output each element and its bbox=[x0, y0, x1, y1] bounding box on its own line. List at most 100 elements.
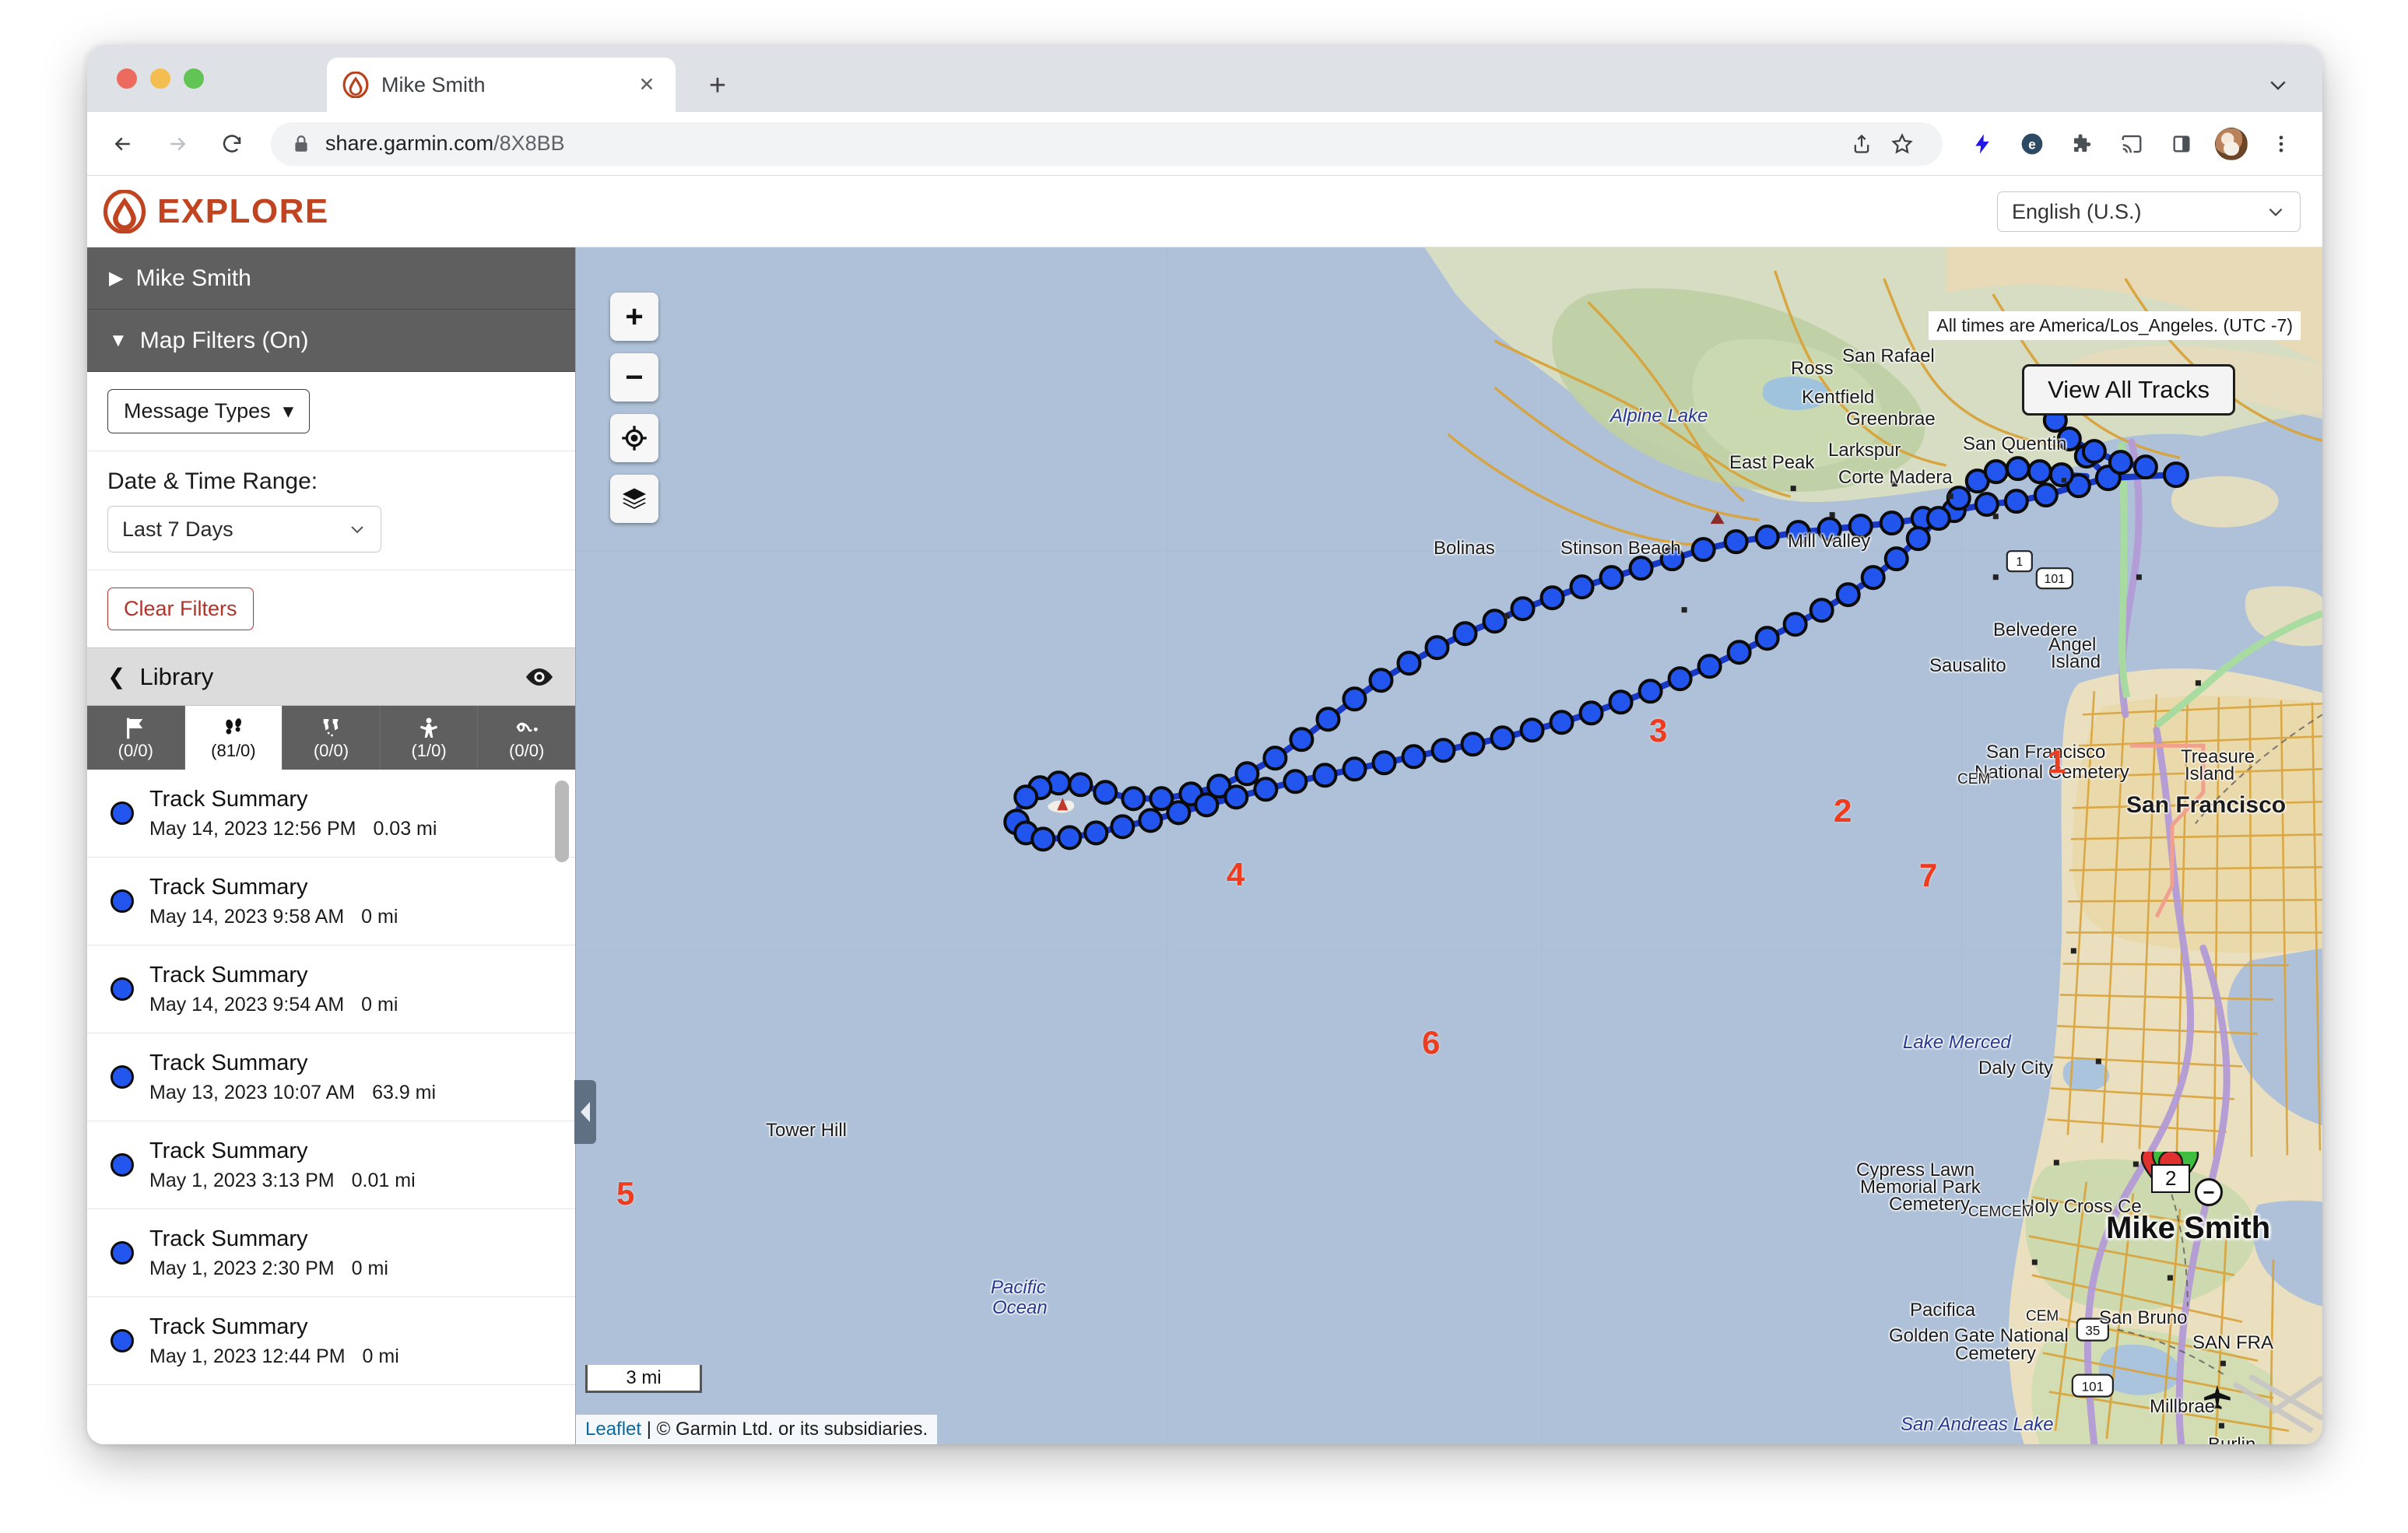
map-scale-bar: 3 mi bbox=[585, 1365, 702, 1393]
brand-logo[interactable]: EXPLORE bbox=[103, 189, 329, 233]
map-label: Burlin bbox=[2208, 1434, 2255, 1444]
track-title: Track Summary bbox=[149, 874, 308, 900]
map-label: San Francisco bbox=[2126, 792, 2287, 818]
map-label: Pacific bbox=[991, 1277, 1046, 1298]
layers-icon bbox=[623, 488, 646, 510]
minimize-window-button[interactable] bbox=[150, 68, 170, 89]
page-content: EXPLORE English (U.S.) ▶ Mike Smith ▼ Ma… bbox=[87, 176, 2322, 1444]
bookmark-button[interactable] bbox=[1882, 124, 1922, 164]
track-list-item[interactable]: Track Summary May 1, 2023 3:13 PM 0.01 mi bbox=[87, 1121, 575, 1209]
svg-text:1: 1 bbox=[2016, 556, 2023, 569]
tab-title: Mike Smith bbox=[381, 72, 486, 96]
forward-button[interactable] bbox=[159, 125, 196, 163]
close-window-button[interactable] bbox=[117, 68, 137, 89]
tab-tracks[interactable]: (81/0) bbox=[184, 706, 283, 770]
profile-button[interactable] bbox=[2212, 125, 2251, 163]
map-label: Kentfield bbox=[1802, 387, 1875, 408]
chevron-down-icon[interactable] bbox=[2266, 73, 2290, 96]
track-list-item[interactable]: Track Summary May 14, 2023 9:54 AM 0 mi bbox=[87, 945, 575, 1033]
lightning-bolt-icon bbox=[1975, 134, 1989, 153]
tab-contacts[interactable]: (1/0) bbox=[380, 706, 479, 770]
share-icon bbox=[1854, 134, 1869, 153]
user-panel-header[interactable]: ▶ Mike Smith bbox=[87, 247, 575, 310]
date-range-value: Last 7 Days bbox=[122, 517, 233, 541]
track-title: Track Summary bbox=[149, 786, 308, 812]
chevron-left-icon[interactable]: ❮ bbox=[107, 664, 125, 689]
track-datetime: May 1, 2023 12:44 PM bbox=[149, 1345, 346, 1367]
track-list-scrollbar[interactable] bbox=[555, 781, 569, 862]
browser-menu-button[interactable] bbox=[2262, 125, 2301, 163]
crosshair-icon bbox=[622, 426, 647, 451]
reload-button[interactable] bbox=[213, 125, 251, 163]
clear-filters-button[interactable]: Clear Filters bbox=[107, 588, 254, 630]
maximize-window-button[interactable] bbox=[184, 68, 204, 89]
track-list-item[interactable]: Track Summary May 14, 2023 12:56 PM 0.03 … bbox=[87, 770, 575, 858]
leaflet-link[interactable]: Leaflet bbox=[585, 1419, 641, 1440]
map-user-label: Mike Smith bbox=[2106, 1211, 2271, 1245]
url-path: /8X8BB bbox=[493, 132, 565, 155]
track-list-item[interactable]: Track Summary May 14, 2023 9:58 AM 0 mi bbox=[87, 858, 575, 945]
language-value: English (U.S.) bbox=[2012, 199, 2142, 223]
eye-icon[interactable] bbox=[524, 667, 555, 687]
map-label: Pacifica bbox=[1910, 1300, 1976, 1321]
track-distance: 0 mi bbox=[351, 1257, 388, 1279]
track-list-item[interactable]: Track Summary May 1, 2023 12:44 PM 0 mi bbox=[87, 1297, 575, 1385]
map-annotation-7: 7 bbox=[1919, 857, 1938, 893]
extensions-button[interactable] bbox=[2062, 125, 2101, 163]
track-list[interactable]: Track Summary May 14, 2023 12:56 PM 0.03 … bbox=[87, 770, 575, 1444]
lock-icon bbox=[295, 135, 307, 152]
date-range-label: Date & Time Range: bbox=[107, 468, 318, 494]
svg-text:101: 101 bbox=[2044, 573, 2065, 586]
tab-routes[interactable]: (0/0) bbox=[478, 706, 575, 770]
map-label: Mill Valley bbox=[1788, 531, 1871, 552]
side-panel-button[interactable] bbox=[2162, 125, 2201, 163]
track-list-item[interactable]: Track Summary May 1, 2023 2:30 PM 0 mi bbox=[87, 1209, 575, 1297]
back-button[interactable] bbox=[104, 125, 142, 163]
track-distance: 0.03 mi bbox=[373, 817, 437, 840]
track-list-item[interactable]: Track Summary May 13, 2023 10:07 AM 63.9 … bbox=[87, 1033, 575, 1121]
e-extension-button[interactable]: e bbox=[2013, 125, 2052, 163]
address-bar[interactable]: share.garmin.com/8X8BB bbox=[271, 121, 1943, 166]
new-tab-button[interactable]: + bbox=[702, 70, 733, 101]
cluster-collapse-badge[interactable]: − bbox=[2195, 1178, 2223, 1206]
map-canvas: 1 101 101 35 bbox=[576, 247, 2322, 1444]
browser-tab[interactable]: Mike Smith ✕ bbox=[327, 58, 676, 112]
track-distance: 0 mi bbox=[361, 905, 398, 928]
map-view[interactable]: 1 101 101 35 + − All times are America/L… bbox=[576, 247, 2322, 1444]
view-all-tracks-button[interactable]: View All Tracks bbox=[2022, 364, 2235, 416]
tab-pins[interactable]: (0/0) bbox=[283, 706, 381, 770]
map-filters-header[interactable]: ▼ Map Filters (On) bbox=[87, 310, 575, 372]
cast-button[interactable] bbox=[2112, 125, 2151, 163]
map-label: Island bbox=[2185, 763, 2235, 784]
map-label: Larkspur bbox=[1828, 440, 1901, 461]
map-annotation-5: 5 bbox=[616, 1175, 635, 1212]
map-layers-button[interactable] bbox=[610, 475, 658, 523]
tab-waypoints[interactable]: (0/0) bbox=[87, 706, 185, 770]
attribution-text: | © Garmin Ltd. or its subsidiaries. bbox=[646, 1419, 928, 1440]
date-range-select[interactable]: Last 7 Days bbox=[107, 506, 381, 553]
collapse-caret-icon: ▼ bbox=[109, 329, 128, 351]
url-host: share.garmin.com bbox=[325, 132, 494, 155]
zoom-in-button[interactable]: + bbox=[610, 293, 658, 341]
message-types-dropdown[interactable]: Message Types ▾ bbox=[107, 389, 311, 433]
map-annotation-3: 3 bbox=[1649, 712, 1668, 749]
language-select[interactable]: English (U.S.) bbox=[1997, 191, 2301, 232]
share-button[interactable] bbox=[1841, 124, 1882, 164]
tab-pins-count: (0/0) bbox=[313, 741, 349, 760]
locate-me-button[interactable] bbox=[610, 414, 658, 462]
chevron-down-icon bbox=[2269, 208, 2283, 216]
cluster-count-badge: 2 bbox=[2151, 1164, 2191, 1193]
map-label: Sausalito bbox=[1929, 655, 2006, 676]
forward-arrow-icon bbox=[170, 137, 186, 150]
track-distance: 63.9 mi bbox=[372, 1081, 437, 1103]
lightning-extension-button[interactable] bbox=[1963, 125, 2002, 163]
zoom-out-button[interactable]: − bbox=[610, 353, 658, 402]
browser-window: Mike Smith ✕ + share.garmin.com/8X8BB e … bbox=[87, 45, 2322, 1444]
map-label: Cemetery bbox=[1889, 1194, 1971, 1215]
track-title: Track Summary bbox=[149, 1050, 308, 1075]
sidebar-collapse-handle[interactable] bbox=[574, 1080, 596, 1144]
close-icon[interactable]: ✕ bbox=[634, 72, 660, 98]
expand-caret-icon: ▶ bbox=[109, 267, 124, 289]
main-layout: ▶ Mike Smith ▼ Map Filters (On) Message … bbox=[87, 247, 2322, 1444]
marker-cluster[interactable]: 2 − bbox=[2129, 1142, 2223, 1211]
